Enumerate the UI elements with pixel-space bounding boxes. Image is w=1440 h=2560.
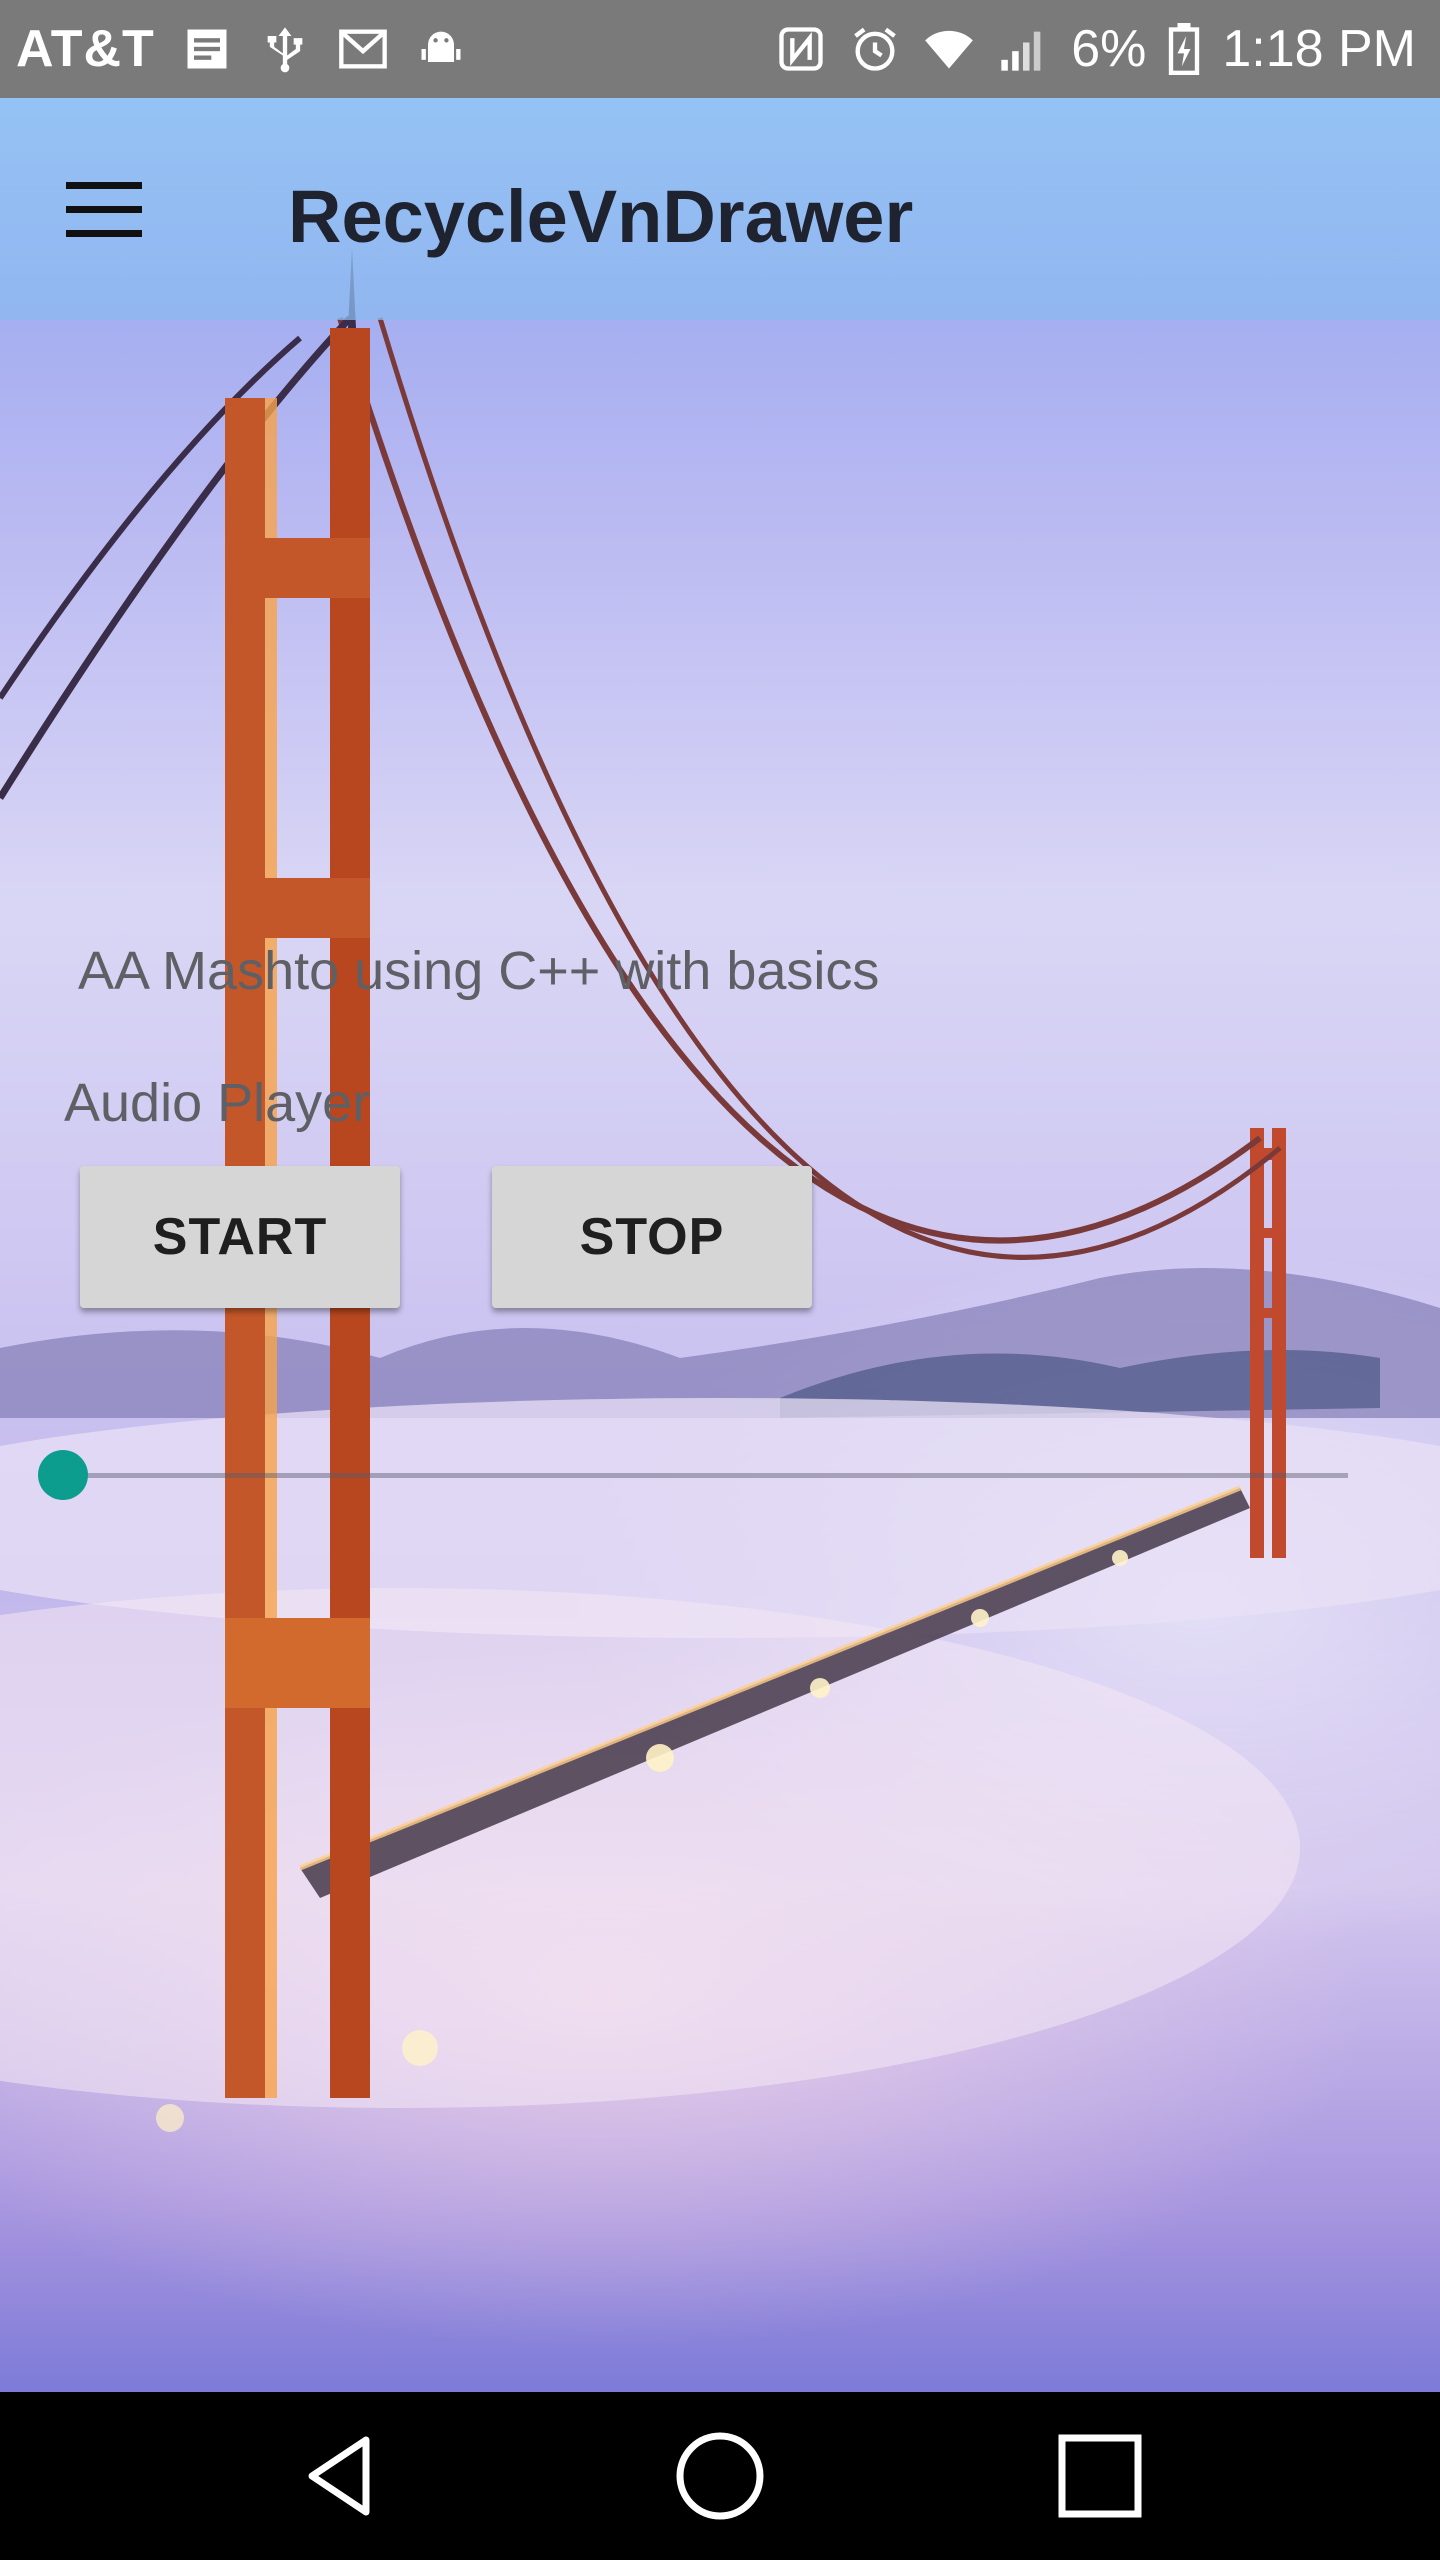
app-toolbar: RecycleVnDrawer bbox=[0, 98, 1440, 320]
notes-icon bbox=[181, 23, 233, 75]
seekbar-track[interactable] bbox=[64, 1473, 1348, 1478]
signal-icon bbox=[997, 23, 1049, 75]
recents-icon[interactable] bbox=[1040, 2426, 1160, 2526]
wifi-icon bbox=[923, 23, 975, 75]
alarm-icon bbox=[849, 23, 901, 75]
status-bar: AT&T 6% 1:18 PM bbox=[0, 0, 1440, 98]
back-icon[interactable] bbox=[280, 2426, 400, 2526]
audio-player-label: Audio Player bbox=[64, 1073, 371, 1133]
nfc-icon bbox=[775, 23, 827, 75]
stop-button[interactable]: STOP bbox=[492, 1166, 812, 1308]
seekbar-thumb[interactable] bbox=[38, 1450, 88, 1500]
carrier-label: AT&T bbox=[16, 20, 155, 78]
battery-charging-icon bbox=[1168, 23, 1200, 75]
usb-icon bbox=[259, 23, 311, 75]
navigation-bar bbox=[0, 2392, 1440, 2560]
battery-percent: 6% bbox=[1071, 20, 1147, 78]
clock: 1:18 PM bbox=[1222, 20, 1416, 78]
gmail-icon bbox=[337, 23, 389, 75]
android-debug-icon bbox=[415, 23, 467, 75]
app-title: RecycleVnDrawer bbox=[288, 175, 914, 258]
home-icon[interactable] bbox=[660, 2426, 780, 2526]
audio-seekbar[interactable] bbox=[38, 1440, 1348, 1510]
hamburger-menu-icon[interactable] bbox=[54, 160, 154, 260]
description-text: AA Mashto using C++ with basics bbox=[78, 941, 880, 1001]
start-button[interactable]: START bbox=[80, 1166, 400, 1308]
